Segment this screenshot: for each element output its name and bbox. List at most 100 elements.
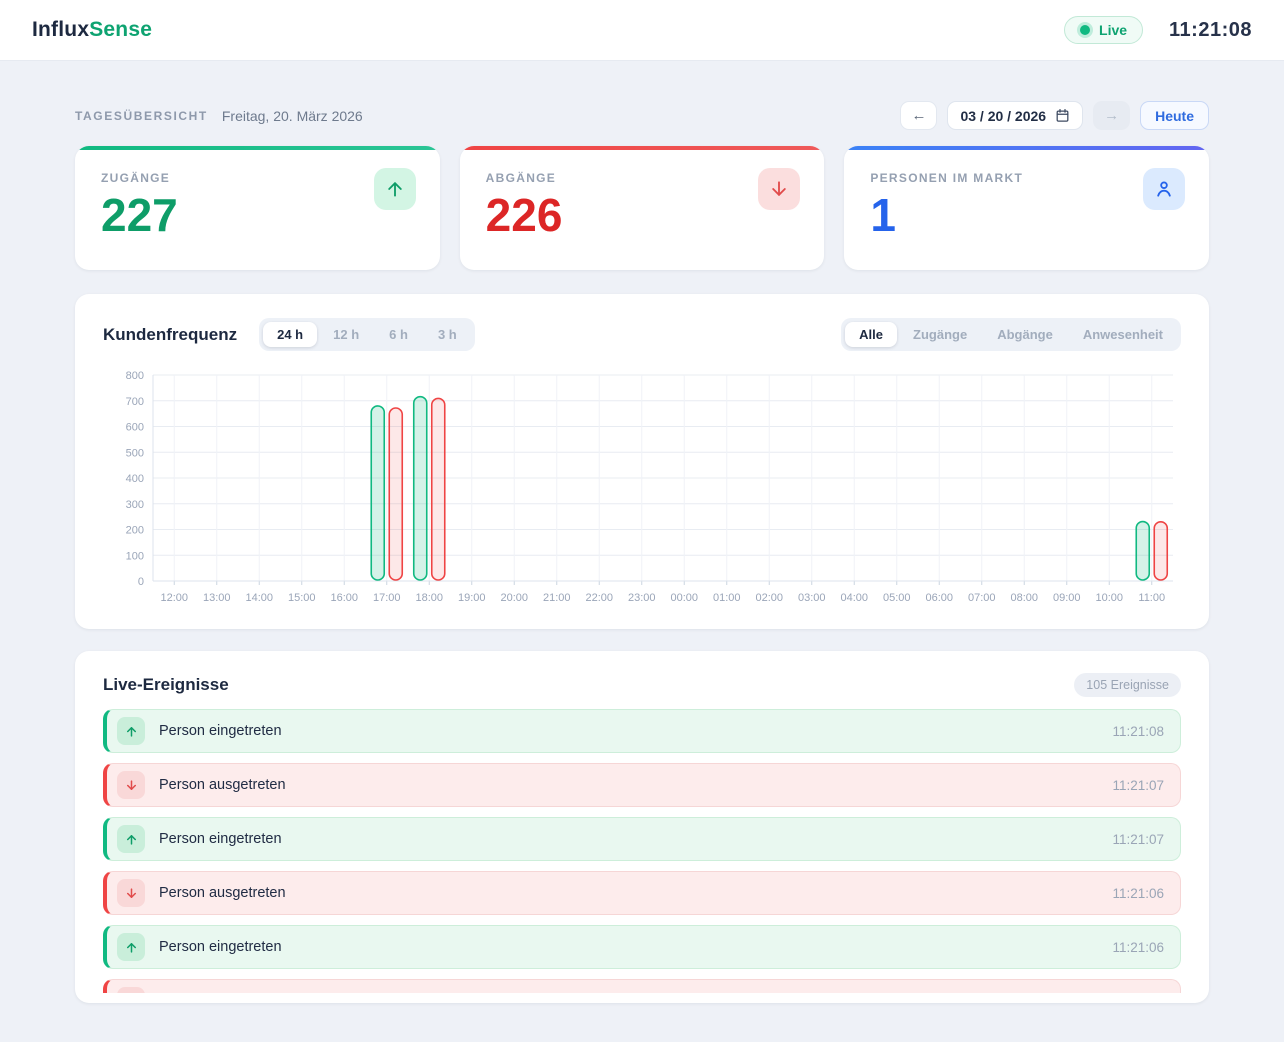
arrow-down-icon [117,987,145,993]
svg-text:14:00: 14:00 [245,592,273,604]
filter-option-alle[interactable]: Alle [845,322,897,347]
arrow-down-icon [758,168,800,210]
filter-option-zugänge[interactable]: Zugänge [899,322,981,347]
event-time: 11:21:06 [1112,940,1164,955]
svg-text:13:00: 13:00 [203,592,231,604]
event-label: Person ausgetreten [159,885,1112,901]
arrow-down-icon [117,879,145,907]
calendar-icon [1055,108,1070,123]
live-events-panel: Live-Ereignisse 105 Ereignisse Person ei… [75,651,1209,1003]
svg-text:200: 200 [126,525,144,537]
svg-text:09:00: 09:00 [1053,592,1081,604]
prev-day-button[interactable]: ← [900,101,937,130]
chart-title: Kundenfrequenz [103,325,237,345]
bar-zugänge-11:00 [1136,522,1149,580]
svg-text:0: 0 [138,576,144,588]
event-row-out: Person ausgetreten11:21:07 [103,763,1181,807]
range-option-3-h[interactable]: 3 h [424,322,471,347]
bar-zugänge-18:00 [414,397,427,580]
events-title: Live-Ereignisse [103,675,229,695]
stat-value: 1 [870,191,1183,241]
event-label: Person eingetreten [159,939,1112,955]
stat-label: ZUGÄNGE [101,171,414,185]
svg-text:18:00: 18:00 [415,592,443,604]
events-list: Person eingetreten11:21:08Person ausgetr… [103,709,1181,993]
svg-text:12:00: 12:00 [160,592,188,604]
stats-row: ZUGÄNGE 227 ABGÄNGE 226 PERSONEN IM MARK… [75,146,1209,270]
frequency-bar-chart: 0 100 200 300 400 500 600 700 800 12:00 13:00 14:00… [103,363,1181,615]
svg-text:600: 600 [126,422,144,434]
svg-text:500: 500 [126,447,144,459]
svg-text:06:00: 06:00 [925,592,953,604]
stat-card-personen-im-markt: PERSONEN IM MARKT 1 [844,146,1209,270]
arrow-up-icon [117,717,145,745]
event-row-out: Person ausgetreten11:21:06 [103,871,1181,915]
svg-text:800: 800 [126,370,144,382]
live-status-badge: Live [1064,16,1143,44]
svg-text:17:00: 17:00 [373,592,401,604]
filter-option-anwesenheit[interactable]: Anwesenheit [1069,322,1177,347]
event-time: 11:21:08 [1112,724,1164,739]
event-row-in: Person eingetreten11:21:08 [103,709,1181,753]
section-label: TAGESÜBERSICHT [75,109,208,123]
date-picker-input[interactable]: 03 / 20 / 2026 [947,101,1083,130]
svg-text:19:00: 19:00 [458,592,486,604]
svg-text:300: 300 [126,499,144,511]
events-count-badge: 105 Ereignisse [1074,673,1181,697]
svg-text:400: 400 [126,473,144,485]
event-row-in: Person eingetreten11:21:07 [103,817,1181,861]
svg-text:23:00: 23:00 [628,592,656,604]
stat-label: ABGÄNGE [486,171,799,185]
brand-primary: Influx [32,18,89,41]
card-accent-bar [75,146,440,150]
card-accent-bar [460,146,825,150]
bar-abgänge-17:00 [389,408,402,580]
time-range-selector: 24 h12 h6 h3 h [259,318,475,351]
next-day-button[interactable]: → [1093,101,1130,130]
svg-text:04:00: 04:00 [840,592,868,604]
event-time: 11:21:06 [1112,886,1164,901]
arrow-up-icon [374,168,416,210]
svg-text:02:00: 02:00 [755,592,783,604]
svg-text:22:00: 22:00 [585,592,613,604]
svg-text:07:00: 07:00 [968,592,996,604]
live-label: Live [1099,22,1127,38]
arrow-up-icon [117,933,145,961]
range-option-24-h[interactable]: 24 h [263,322,317,347]
filter-option-abgänge[interactable]: Abgänge [983,322,1067,347]
event-row-in: Person eingetreten11:21:06 [103,925,1181,969]
arrow-up-icon [117,825,145,853]
event-row-out: Person ausgetreten [103,979,1181,993]
frequency-chart-panel: Kundenfrequenz 24 h12 h6 h3 h AlleZugäng… [75,294,1209,629]
bar-abgänge-18:00 [432,398,445,580]
svg-text:21:00: 21:00 [543,592,571,604]
bar-abgänge-11:00 [1154,522,1167,580]
live-dot-icon [1080,25,1090,35]
svg-text:20:00: 20:00 [500,592,528,604]
stat-label: PERSONEN IM MARKT [870,171,1183,185]
arrow-down-icon [117,771,145,799]
card-accent-bar [844,146,1209,150]
today-button[interactable]: Heute [1140,101,1209,130]
range-option-6-h[interactable]: 6 h [375,322,422,347]
range-option-12-h[interactable]: 12 h [319,322,373,347]
top-bar: InfluxSense Live 11:21:08 [0,0,1284,61]
event-time: 11:21:07 [1112,832,1164,847]
svg-text:01:00: 01:00 [713,592,741,604]
event-label: Person eingetreten [159,831,1112,847]
svg-text:15:00: 15:00 [288,592,316,604]
event-time: 11:21:07 [1112,778,1164,793]
person-icon [1143,168,1185,210]
svg-text:05:00: 05:00 [883,592,911,604]
event-label: Person eingetreten [159,723,1112,739]
bar-zugänge-17:00 [371,406,384,580]
svg-text:03:00: 03:00 [798,592,826,604]
stat-value: 226 [486,191,799,241]
svg-text:700: 700 [126,396,144,408]
svg-text:100: 100 [126,550,144,562]
stat-card-zugaenge: ZUGÄNGE 227 [75,146,440,270]
svg-text:00:00: 00:00 [670,592,698,604]
svg-text:08:00: 08:00 [1010,592,1038,604]
svg-text:11:00: 11:00 [1138,592,1165,604]
date-picker-value: 03 / 20 / 2026 [960,108,1046,124]
